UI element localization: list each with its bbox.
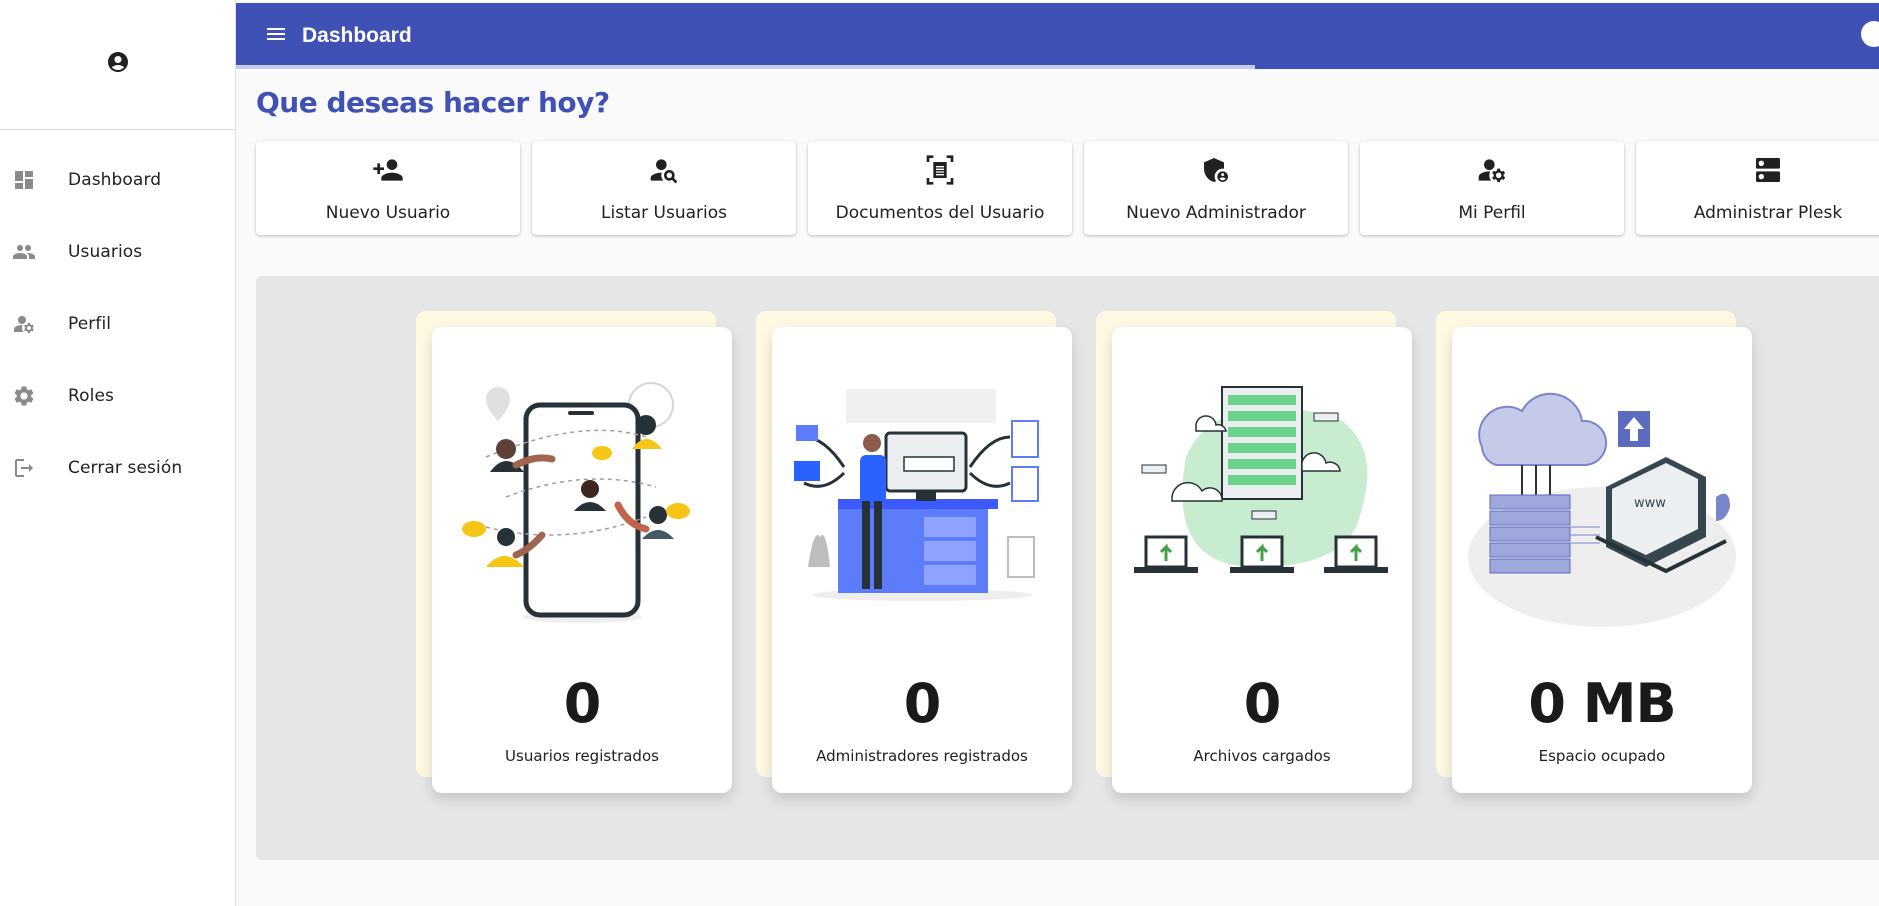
person-gear-icon	[1476, 154, 1508, 191]
stat-caption: Usuarios registrados	[505, 747, 659, 765]
stat-archivos: 0 Archivos cargados	[1096, 311, 1412, 793]
admin-shield-icon	[1200, 154, 1232, 191]
sidebar-item-label: Dashboard	[68, 170, 162, 190]
stat-card: 0 Administradores registrados	[772, 327, 1072, 793]
sidebar-item-roles[interactable]: Roles	[0, 360, 235, 432]
stat-caption: Espacio ocupado	[1538, 747, 1666, 765]
server-icon	[1752, 154, 1784, 191]
document-scan-icon	[924, 154, 956, 191]
people-icon	[12, 240, 36, 264]
page-title: Dashboard	[302, 24, 412, 47]
loading-progress-fill	[236, 65, 1255, 69]
sidebar-item-dashboard[interactable]: Dashboard	[0, 144, 235, 216]
stat-value: 0	[563, 672, 602, 735]
administrar-plesk-button[interactable]: Administrar Plesk	[1636, 141, 1879, 235]
action-label: Mi Perfil	[1458, 202, 1526, 223]
sidebar-item-usuarios[interactable]: Usuarios	[0, 216, 235, 288]
quick-actions: Nuevo Usuario Listar Usuarios Documentos…	[256, 141, 1879, 235]
stat-espacio: www 0 MB Espacio ocupado	[1436, 311, 1752, 793]
nuevo-usuario-button[interactable]: Nuevo Usuario	[256, 141, 520, 235]
mi-perfil-button[interactable]: Mi Perfil	[1360, 141, 1624, 235]
action-label: Documentos del Usuario	[835, 202, 1045, 223]
action-label: Nuevo Usuario	[325, 202, 451, 223]
data-extraction-illustration	[794, 389, 1039, 601]
menu-icon[interactable]	[264, 22, 288, 51]
stat-caption: Archivos cargados	[1193, 747, 1331, 765]
manage-account-icon	[12, 312, 36, 336]
stat-value: 0 MB	[1528, 672, 1676, 735]
main-content: Dashboard Que deseas hacer hoy? Nuevo Us…	[236, 0, 1879, 906]
sidebar-item-label: Roles	[68, 386, 114, 406]
help-icon[interactable]	[1861, 21, 1879, 47]
svg-text:www: www	[1634, 496, 1666, 511]
stat-caption: Administradores registrados	[816, 747, 1028, 765]
account-circle-icon[interactable]	[106, 50, 130, 79]
stat-card: www 0 MB Espacio ocupado	[1452, 327, 1752, 793]
loading-progress-bar	[236, 65, 1879, 69]
nuevo-administrador-button[interactable]: Nuevo Administrador	[1084, 141, 1348, 235]
stats-panel: 0 Usuarios registrados 0 Administradores…	[256, 276, 1879, 860]
social-network-phone-illustration	[462, 382, 690, 623]
gear-icon	[12, 384, 36, 408]
stat-value: 0	[1243, 672, 1282, 735]
action-label: Listar Usuarios	[601, 202, 727, 223]
stat-usuarios: 0 Usuarios registrados	[416, 311, 732, 793]
stat-card: 0 Archivos cargados	[1112, 327, 1412, 793]
sidebar-item-perfil[interactable]: Perfil	[0, 288, 235, 360]
logout-icon	[12, 456, 36, 480]
sidebar-item-label: Usuarios	[68, 242, 143, 262]
cloud-storage-illustration: www	[1468, 392, 1736, 627]
top-app-bar: Dashboard	[236, 3, 1879, 69]
listar-usuarios-button[interactable]: Listar Usuarios	[532, 141, 796, 235]
sidebar-nav: Dashboard Usuarios Perfil Roles Cerrar s…	[0, 130, 235, 504]
action-label: Nuevo Administrador	[1126, 202, 1306, 223]
sidebar-header	[0, 0, 235, 130]
server-upload-illustration	[1134, 386, 1388, 573]
dashboard-icon	[12, 168, 36, 192]
sidebar: Dashboard Usuarios Perfil Roles Cerrar s…	[0, 0, 236, 906]
person-add-icon	[372, 154, 404, 191]
welcome-heading: Que deseas hacer hoy?	[256, 86, 610, 119]
stat-value: 0	[903, 672, 942, 735]
sidebar-item-label: Cerrar sesión	[68, 458, 183, 478]
person-search-icon	[648, 154, 680, 191]
stat-card: 0 Usuarios registrados	[432, 327, 732, 793]
sidebar-item-cerrar-sesion[interactable]: Cerrar sesión	[0, 432, 235, 504]
sidebar-item-label: Perfil	[68, 314, 112, 334]
documentos-usuario-button[interactable]: Documentos del Usuario	[808, 141, 1072, 235]
action-label: Administrar Plesk	[1693, 202, 1843, 223]
stat-administradores: 0 Administradores registrados	[756, 311, 1072, 793]
